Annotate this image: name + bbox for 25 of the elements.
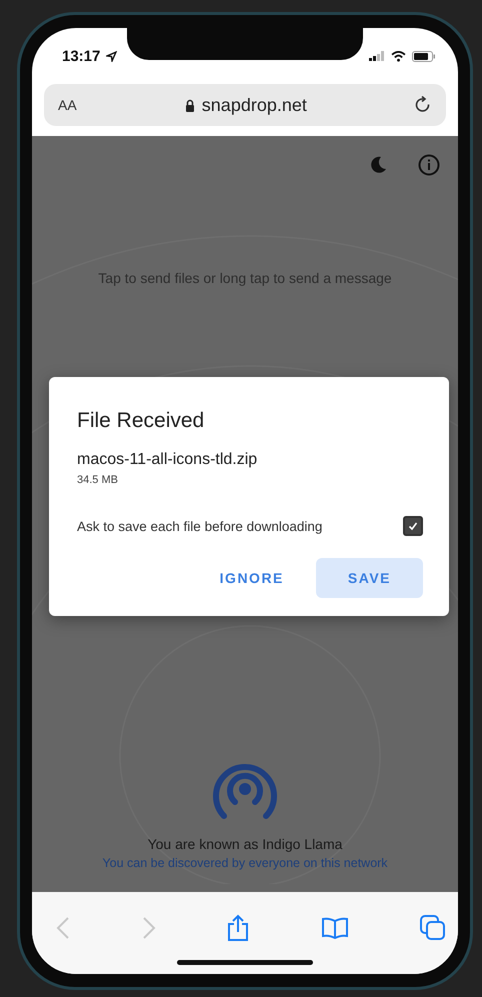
info-icon[interactable] [418,154,440,176]
lock-icon [184,98,195,112]
url-text: snapdrop.net [202,94,307,116]
hint-text: Tap to send files or long tap to send a message [98,270,392,286]
wifi-icon [391,50,406,62]
location-arrow-icon [106,50,118,62]
file-size: 34.5 MB [77,474,119,486]
device-name-text: You are known as Indigo Llama [148,836,342,852]
moon-icon[interactable] [368,155,388,175]
discoverable-text: You can be discovered by everyone on this network [102,856,388,870]
reload-icon[interactable] [415,96,432,114]
status-time: 13:17 [62,48,100,64]
checkbox[interactable] [403,516,423,536]
share-icon[interactable] [227,914,249,942]
text-size-button[interactable]: AA [58,97,77,113]
ignore-button[interactable]: IGNORE [210,558,294,598]
address-bar[interactable]: AA snapdrop.net [44,84,446,126]
dialog-title: File Received [77,409,206,433]
ask-option-label: Ask to save each file before downloading [77,518,322,534]
file-name: macos-11-all-icons-tld.zip [77,451,258,469]
signal-icon [369,51,385,61]
battery-icon [412,50,436,62]
tabs-icon[interactable] [420,915,446,941]
checkmark-icon [407,520,419,532]
book-icon[interactable] [320,917,348,939]
